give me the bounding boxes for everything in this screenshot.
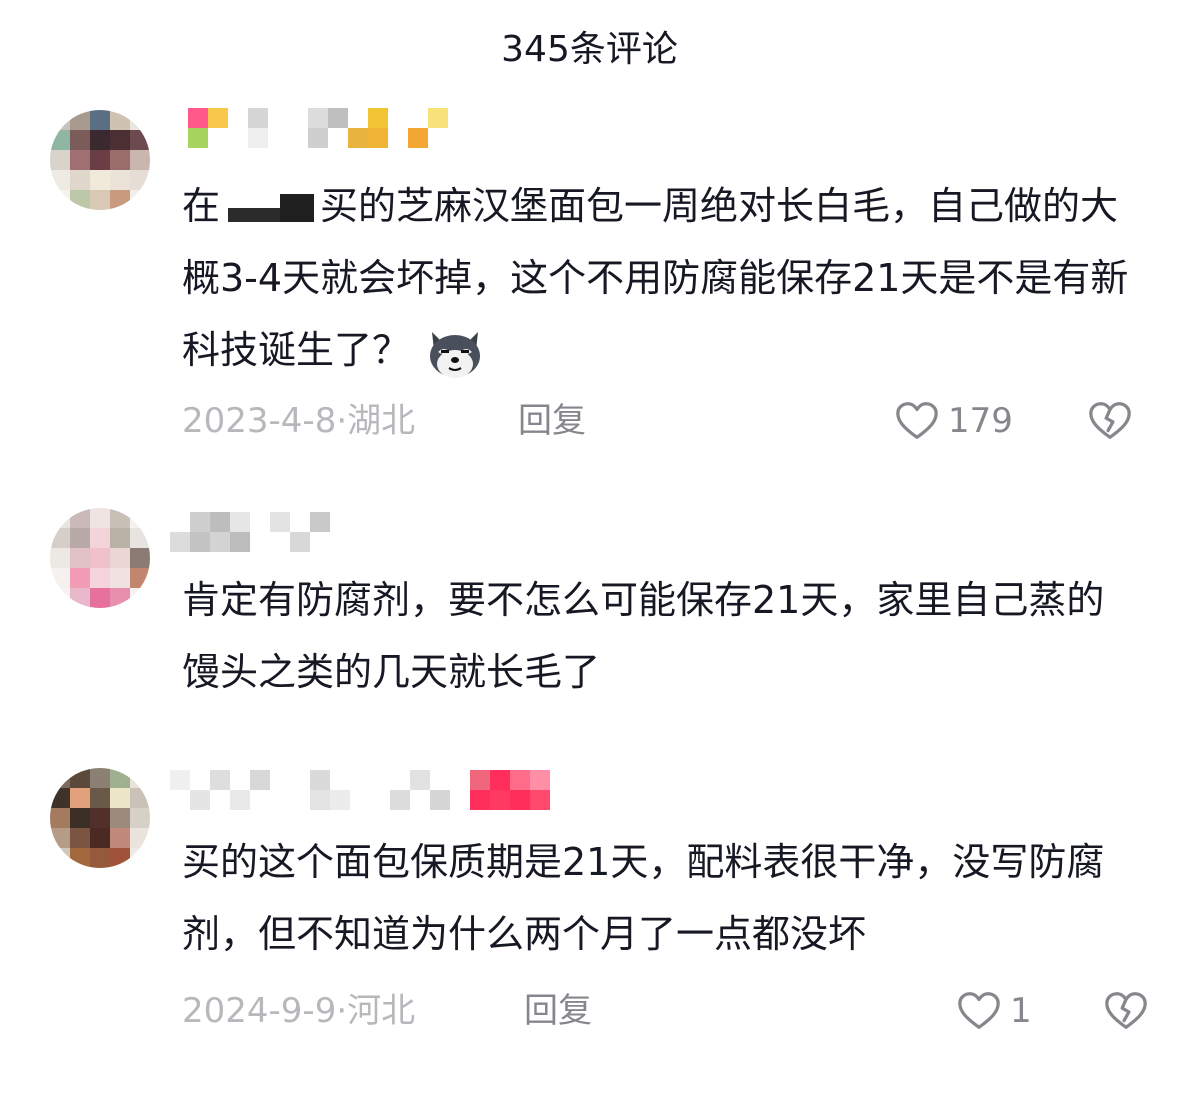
broken-heart-icon[interactable] bbox=[1103, 988, 1149, 1034]
comment-meta: 2024-9-9·河北 回复 1 bbox=[182, 986, 1147, 1036]
like-button[interactable]: 1 bbox=[956, 986, 1032, 1036]
heart-outline-icon bbox=[958, 992, 1000, 1029]
reply-button[interactable]: 回复 bbox=[518, 396, 586, 446]
comment-text-part: 买的芝麻汉堡面包一周绝对长白毛，自己做的大概3-4天就会坏掉，这个不用防腐能保存… bbox=[182, 184, 1129, 372]
like-button[interactable]: 179 bbox=[894, 396, 1013, 446]
comment-text-part: 在 bbox=[182, 184, 221, 228]
broken-heart-icon[interactable] bbox=[1087, 398, 1133, 444]
avatar[interactable] bbox=[50, 110, 150, 210]
comment-date-location: 2024-9-9·河北 bbox=[182, 991, 416, 1031]
heart-outline-icon bbox=[896, 402, 938, 439]
comments-header: 345条评论 bbox=[0, 22, 1179, 78]
like-count: 179 bbox=[948, 401, 1013, 441]
username-redacted[interactable] bbox=[170, 512, 348, 552]
username-redacted[interactable] bbox=[170, 770, 568, 810]
comment-date-location: 2023-4-8·湖北 bbox=[182, 401, 416, 441]
comment-text: 买的这个面包保质期是21天，配料表很干净，没写防腐剂，但不知道为什么两个月了一点… bbox=[182, 840, 1105, 956]
comment-text: 在买的芝麻汉堡面包一周绝对长白毛，自己做的大概3-4天就会坏掉，这个不用防腐能保… bbox=[182, 170, 1132, 386]
comment-meta: 2023-4-8·湖北 回复 179 bbox=[182, 396, 1142, 446]
redacted-store-name bbox=[222, 193, 318, 224]
username-redacted[interactable] bbox=[188, 108, 468, 148]
husky-dog-emoji bbox=[424, 326, 486, 380]
reply-button[interactable]: 回复 bbox=[524, 986, 592, 1036]
like-count: 1 bbox=[1010, 991, 1032, 1031]
avatar[interactable] bbox=[50, 768, 150, 868]
comment-count-title: 345条评论 bbox=[501, 29, 678, 70]
avatar[interactable] bbox=[50, 508, 150, 608]
comment-text: 肯定有防腐剂，要不怎么可能保存21天，家里自己蒸的馒头之类的几天就长毛了 bbox=[182, 578, 1105, 694]
